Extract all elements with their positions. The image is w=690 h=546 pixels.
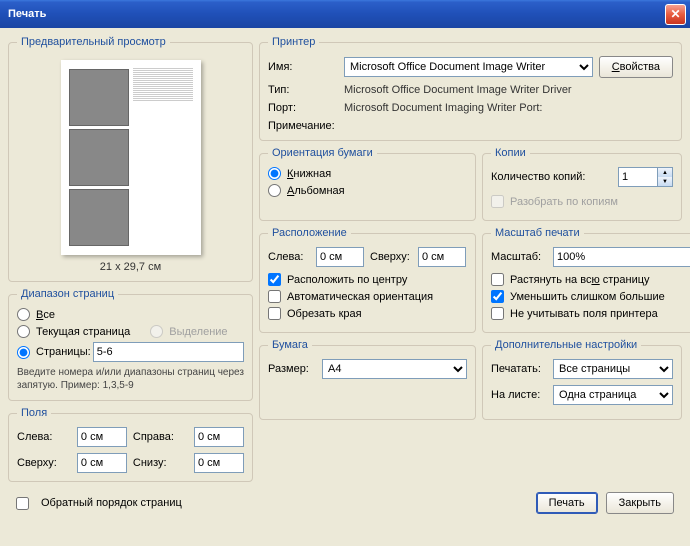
copies-collate-checkbox bbox=[491, 195, 504, 208]
scale-input[interactable] bbox=[553, 247, 690, 267]
page-range-group: Диапазон страниц Все Текущая страница Вы… bbox=[8, 288, 253, 401]
orientation-portrait-label[interactable]: Книжная bbox=[287, 168, 331, 180]
margin-top-label: Сверху: bbox=[17, 457, 71, 469]
range-all-label[interactable]: Все bbox=[36, 309, 55, 321]
layout-top-label: Сверху: bbox=[370, 251, 412, 263]
scale-stretch-label[interactable]: Растянуть на всю страницу bbox=[510, 274, 650, 286]
layout-legend: Расположение bbox=[268, 227, 351, 239]
range-current-label[interactable]: Текущая страница bbox=[36, 326, 130, 338]
scale-ignore-margins-checkbox[interactable] bbox=[491, 307, 504, 320]
preview-legend: Предварительный просмотр bbox=[17, 36, 170, 48]
printer-type-value: Microsoft Office Document Image Writer D… bbox=[344, 84, 673, 96]
orientation-landscape-radio[interactable] bbox=[268, 184, 281, 197]
layout-autoorient-checkbox[interactable] bbox=[268, 290, 281, 303]
margins-group: Поля Слева: Справа: Сверху: Снизу: bbox=[8, 407, 253, 482]
scale-shrink-checkbox[interactable] bbox=[491, 290, 504, 303]
printer-properties-button[interactable]: Свойства bbox=[599, 56, 673, 78]
paper-group: Бумага Размер: A4 bbox=[259, 339, 476, 420]
printer-legend: Принтер bbox=[268, 36, 319, 48]
scale-ignore-margins-label[interactable]: Не учитывать поля принтера bbox=[510, 308, 658, 320]
extra-legend: Дополнительные настройки bbox=[491, 339, 641, 351]
orientation-group: Ориентация бумаги Книжная Альбомная bbox=[259, 147, 476, 221]
margin-left-input[interactable] bbox=[77, 427, 127, 447]
reverse-order-label[interactable]: Обратный порядок страниц bbox=[41, 497, 182, 509]
margin-bottom-input[interactable] bbox=[194, 453, 244, 473]
extra-group: Дополнительные настройки Печатать: Все ст… bbox=[482, 339, 682, 420]
range-pages-radio[interactable] bbox=[17, 346, 30, 359]
margin-right-input[interactable] bbox=[194, 427, 244, 447]
range-selection-label: Выделение bbox=[169, 326, 227, 338]
copies-collate-label: Разобрать по копиям bbox=[510, 196, 618, 208]
close-button[interactable]: Закрыть bbox=[606, 492, 674, 514]
orientation-landscape-label[interactable]: Альбомная bbox=[287, 185, 345, 197]
range-pages-label[interactable]: Страницы: bbox=[36, 346, 91, 358]
margins-legend: Поля bbox=[17, 407, 51, 419]
margin-top-input[interactable] bbox=[77, 453, 127, 473]
range-current-radio[interactable] bbox=[17, 325, 30, 338]
extra-print-select[interactable]: Все страницы bbox=[553, 359, 673, 379]
print-button[interactable]: Печать bbox=[536, 492, 598, 514]
margin-right-label: Справа: bbox=[133, 431, 188, 443]
copies-count-label: Количество копий: bbox=[491, 171, 612, 183]
extra-sheet-select[interactable]: Одна страница bbox=[553, 385, 673, 405]
range-pages-input[interactable] bbox=[93, 342, 244, 362]
layout-top-input[interactable] bbox=[418, 247, 466, 267]
margin-bottom-label: Снизу: bbox=[133, 457, 188, 469]
scale-stretch-checkbox[interactable] bbox=[491, 273, 504, 286]
printer-name-select[interactable]: Microsoft Office Document Image Writer bbox=[344, 57, 593, 77]
close-icon[interactable]: ✕ bbox=[665, 4, 686, 25]
extra-sheet-label: На листе: bbox=[491, 389, 547, 401]
printer-port-value: Microsoft Document Imaging Writer Port: bbox=[344, 102, 673, 114]
range-hint: Введите номера и/или диапазоны страниц ч… bbox=[17, 366, 244, 392]
copies-spinner[interactable]: ▲▼ bbox=[658, 167, 673, 187]
scale-shrink-label[interactable]: Уменьшить слишком большие bbox=[510, 291, 665, 303]
paper-size-select[interactable]: A4 bbox=[322, 359, 467, 379]
scale-group: Масштаб печати Масштаб: Растянуть на всю… bbox=[482, 227, 690, 333]
copies-group: Копии Количество копий: ▲▼ Разобрать по … bbox=[482, 147, 682, 221]
range-all-radio[interactable] bbox=[17, 308, 30, 321]
titlebar: Печать ✕ bbox=[0, 0, 690, 28]
layout-crop-checkbox[interactable] bbox=[268, 307, 281, 320]
layout-center-checkbox[interactable] bbox=[268, 273, 281, 286]
layout-left-label: Слева: bbox=[268, 251, 310, 263]
page-thumbnail bbox=[61, 60, 201, 255]
printer-group: Принтер Имя: Microsoft Office Document I… bbox=[259, 36, 682, 141]
preview-group: Предварительный просмотр 21 x 29,7 см bbox=[8, 36, 253, 282]
layout-crop-label[interactable]: Обрезать края bbox=[287, 308, 362, 320]
scale-label: Масштаб: bbox=[491, 251, 547, 263]
layout-group: Расположение Слева: Сверху: Расположить … bbox=[259, 227, 476, 333]
window-title: Печать bbox=[8, 8, 46, 20]
printer-type-label: Тип: bbox=[268, 84, 338, 96]
copies-count-input[interactable] bbox=[618, 167, 658, 187]
copies-legend: Копии bbox=[491, 147, 530, 159]
margin-left-label: Слева: bbox=[17, 431, 71, 443]
printer-name-label: Имя: bbox=[268, 61, 338, 73]
range-selection-radio bbox=[150, 325, 163, 338]
scale-legend: Масштаб печати bbox=[491, 227, 584, 239]
paper-legend: Бумага bbox=[268, 339, 312, 351]
layout-autoorient-label[interactable]: Автоматическая ориентация bbox=[287, 291, 433, 303]
preview-dimensions: 21 x 29,7 см bbox=[100, 261, 161, 273]
orientation-portrait-radio[interactable] bbox=[268, 167, 281, 180]
paper-size-label: Размер: bbox=[268, 363, 316, 375]
layout-center-label[interactable]: Расположить по центру bbox=[287, 274, 407, 286]
printer-note-label: Примечание: bbox=[268, 120, 338, 132]
extra-print-label: Печатать: bbox=[491, 363, 547, 375]
page-range-legend: Диапазон страниц bbox=[17, 288, 118, 300]
reverse-order-checkbox[interactable] bbox=[16, 497, 29, 510]
layout-left-input[interactable] bbox=[316, 247, 364, 267]
printer-port-label: Порт: bbox=[268, 102, 338, 114]
orientation-legend: Ориентация бумаги bbox=[268, 147, 377, 159]
